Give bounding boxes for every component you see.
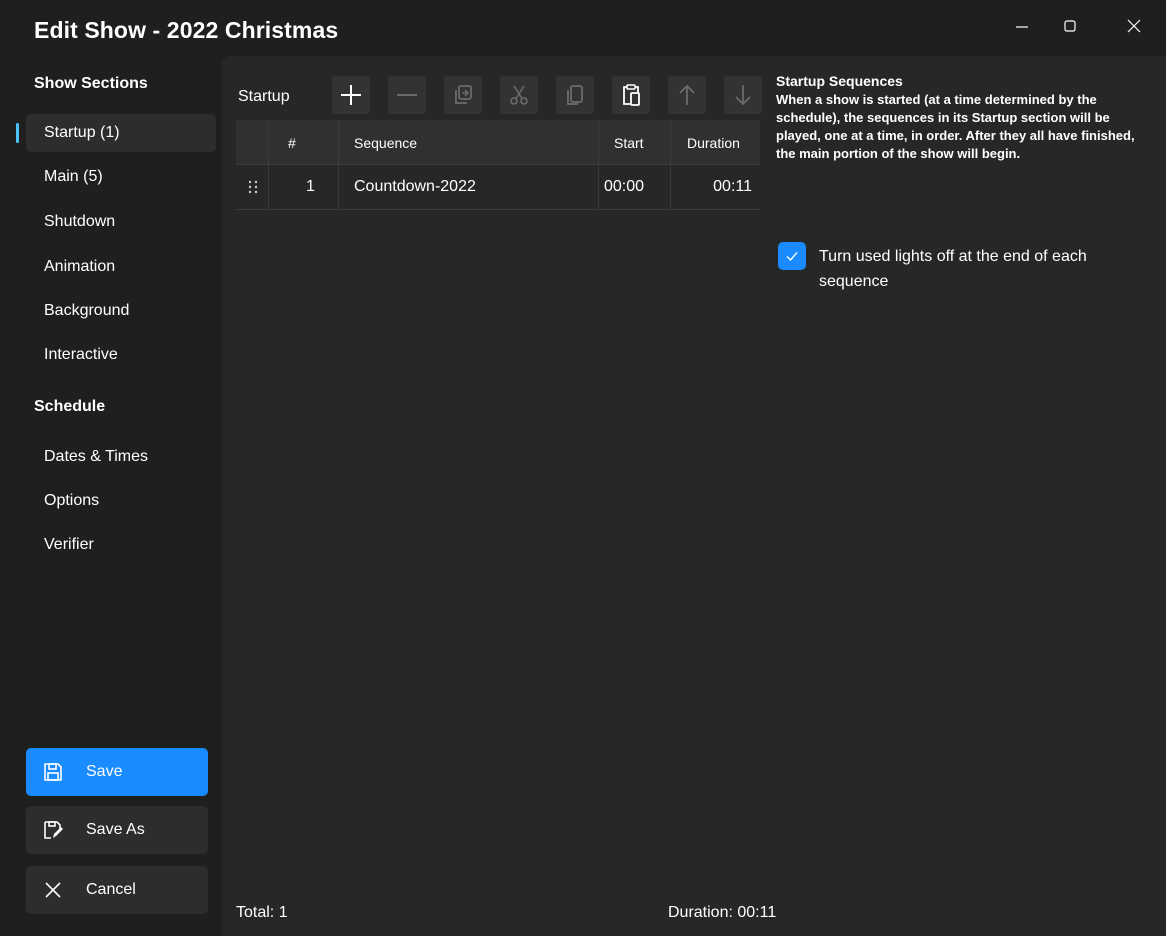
move-up-button[interactable]	[668, 76, 706, 114]
window-title: Edit Show - 2022 Christmas	[34, 17, 339, 43]
lights-off-label[interactable]: Turn used lights off at the end of each …	[819, 244, 1119, 294]
nav-item-label: Animation	[44, 258, 116, 275]
nav-item-label: Main (5)	[44, 168, 103, 185]
nav-item-label: Verifier	[44, 536, 94, 553]
cancel-icon	[45, 882, 61, 898]
cell-sequence: Countdown-2022	[354, 178, 476, 195]
drag-handle[interactable]	[236, 165, 268, 209]
cell-num: 1	[306, 178, 315, 195]
save-as-icon	[44, 821, 63, 839]
total-duration: Duration: 00:11	[668, 904, 777, 921]
remove-sequence-button[interactable]	[388, 76, 426, 114]
remove-icon	[397, 94, 417, 96]
column-header-num[interactable]: #	[268, 120, 338, 164]
paste-icon	[623, 84, 640, 106]
save-button[interactable]: Save	[26, 748, 208, 796]
duplicate-button[interactable]	[444, 76, 482, 114]
save-icon	[44, 763, 62, 781]
nav-item-shutdown[interactable]: Shutdown	[26, 203, 216, 241]
main-content: Startup # Sequence Start Duration 1 Coun…	[222, 56, 1166, 936]
nav-item-label: Dates & Times	[44, 448, 149, 465]
total-count: Total: 1	[236, 904, 288, 921]
selection-indicator	[16, 123, 19, 143]
cut-button[interactable]	[500, 76, 538, 114]
column-divider	[268, 120, 269, 210]
cut-icon	[510, 85, 528, 105]
nav-item-label: Background	[44, 302, 130, 319]
paste-button[interactable]	[612, 76, 650, 114]
nav-item-options[interactable]: Options	[26, 482, 216, 520]
nav-item-main[interactable]: Main (5)	[26, 158, 216, 196]
copy-button[interactable]	[556, 76, 594, 114]
sidebar: Show Sections Startup (1) Main (5) Shutd…	[0, 56, 222, 936]
lights-off-checkbox[interactable]	[778, 242, 806, 270]
cell-duration: 00:11	[713, 178, 752, 195]
cancel-label: Cancel	[86, 881, 136, 898]
column-divider	[598, 120, 599, 210]
maximize-button[interactable]	[1050, 8, 1090, 44]
table-header: # Sequence Start Duration	[236, 120, 760, 164]
help-title: Startup Sequences	[776, 73, 903, 89]
schedule-header: Schedule	[34, 398, 106, 415]
nav-item-label: Startup (1)	[44, 124, 120, 141]
close-icon	[1127, 19, 1141, 33]
save-label: Save	[86, 763, 123, 780]
nav-item-verifier[interactable]: Verifier	[26, 526, 216, 564]
cell-start: 00:00	[604, 178, 645, 195]
maximize-icon	[1064, 20, 1076, 32]
nav-item-startup[interactable]: Startup (1)	[16, 114, 216, 152]
nav-item-interactive[interactable]: Interactive	[26, 336, 216, 374]
checkmark-icon	[786, 252, 798, 262]
column-divider	[338, 120, 339, 210]
nav-item-background[interactable]: Background	[26, 292, 216, 330]
nav-item-label: Shutdown	[44, 213, 116, 230]
drag-handle-icon	[248, 180, 258, 194]
nav-item-animation[interactable]: Animation	[26, 248, 216, 286]
move-up-icon	[679, 84, 695, 105]
add-sequence-button[interactable]	[332, 76, 370, 114]
add-icon	[341, 85, 361, 105]
title-bar: Edit Show - 2022 Christmas	[0, 0, 1166, 56]
column-header-duration[interactable]: Duration	[670, 120, 760, 164]
minimize-button[interactable]	[1002, 8, 1042, 44]
save-as-label: Save As	[86, 821, 145, 838]
close-window-button[interactable]	[1114, 8, 1154, 44]
show-sections-header: Show Sections	[34, 75, 148, 92]
move-down-icon	[735, 85, 751, 106]
minimize-icon	[1016, 26, 1028, 28]
help-description: When a show is started (at a time determ…	[776, 92, 1135, 161]
cancel-button[interactable]: Cancel	[26, 866, 208, 914]
table-row[interactable]: 1 Countdown-2022 00:00 00:11	[236, 164, 760, 210]
column-divider	[670, 120, 671, 210]
section-label: Startup	[238, 88, 290, 105]
column-header-start[interactable]: Start	[598, 120, 670, 164]
move-down-button[interactable]	[724, 76, 762, 114]
nav-item-dates-times[interactable]: Dates & Times	[26, 438, 216, 476]
copy-icon	[567, 85, 583, 105]
column-header-sequence[interactable]: Sequence	[338, 120, 598, 164]
nav-item-label: Interactive	[44, 346, 118, 363]
duplicate-icon	[455, 85, 472, 104]
nav-item-label: Options	[44, 492, 100, 509]
save-as-button[interactable]: Save As	[26, 806, 208, 854]
